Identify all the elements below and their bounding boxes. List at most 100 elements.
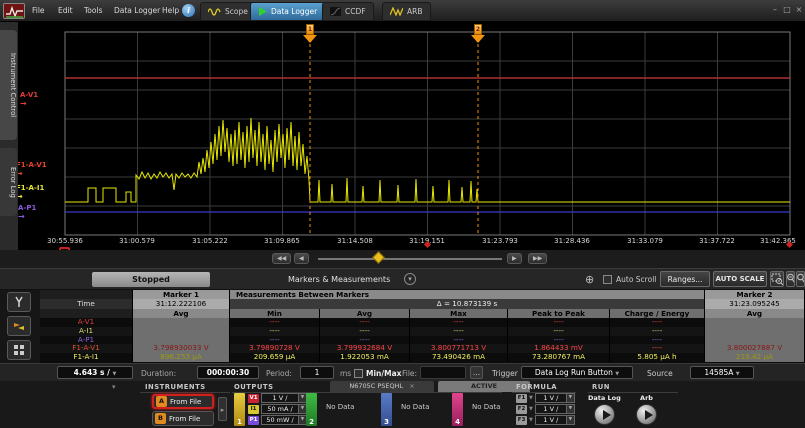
chevron-down-icon[interactable]: ▼ <box>529 406 533 412</box>
timescale-dropdown[interactable]: 4.643 s / ▼ <box>57 366 133 379</box>
channel2-no-data: No Data <box>326 403 354 411</box>
duration-label: Duration: <box>141 369 176 378</box>
channel1-bar[interactable]: 1 <box>234 393 245 426</box>
trace-label-f1-a-i1[interactable]: F1-A-I1→ <box>16 185 44 200</box>
scope-wave-icon <box>208 7 221 16</box>
menu-edit[interactable]: Edit <box>58 6 73 15</box>
chevron-right-icon[interactable]: ▸ <box>218 397 227 421</box>
arb-play-button[interactable] <box>636 404 657 425</box>
trace-label-a-p1[interactable]: A-P1→ <box>18 205 36 220</box>
minmax-checkbox[interactable] <box>354 369 363 378</box>
log-settings-bar: 4.643 s / ▼ Duration: 000:00:30 Period: … <box>0 363 805 381</box>
channel1-voltage-row: V1 1 V /▼ <box>248 393 307 403</box>
x-tick: 31:09.865 <box>255 237 309 245</box>
tab-ccdf[interactable]: CCDF <box>322 2 374 21</box>
scroll-track[interactable] <box>318 258 502 260</box>
tab-data-logger[interactable]: Data Logger <box>250 2 325 21</box>
run-header: RUN <box>592 383 610 391</box>
col-header-charge: Charge / Energy <box>610 309 705 318</box>
channel2-bar[interactable]: 2 <box>306 393 317 426</box>
scroll-last-button[interactable]: ▶▶ <box>528 253 547 264</box>
sidebar-tab-instrument-control[interactable]: Instrument Control <box>0 30 17 140</box>
menu-data-logger[interactable]: Data Logger <box>114 6 160 15</box>
log-tab[interactable]: N6705C PSEQHL × <box>330 381 434 392</box>
menu-tools[interactable]: Tools <box>84 6 102 15</box>
menu-file[interactable]: File <box>32 6 45 15</box>
minimize-icon[interactable]: – <box>770 5 780 15</box>
table-row: A-V1 -------- -------- ---- <box>40 318 805 327</box>
zoom-in-icon[interactable] <box>786 271 795 287</box>
f2-scale-dropdown[interactable]: 1 V /▼ <box>535 404 575 414</box>
x-tick: 31:37.722 <box>690 237 744 245</box>
f3-scale-dropdown[interactable]: 1 V /▼ <box>535 415 575 425</box>
tab-scope[interactable]: Scope <box>200 2 256 21</box>
trigger-label: Trigger <box>492 369 518 378</box>
chevron-down-icon[interactable]: ▾ <box>112 383 116 391</box>
tools-icon[interactable] <box>7 292 31 312</box>
p1-badge: P1 <box>248 416 259 425</box>
scroll-handle[interactable] <box>372 251 385 264</box>
p1-scale-dropdown[interactable]: 50 mW /▼ <box>261 415 307 425</box>
chevron-down-icon[interactable]: ▼ <box>529 395 533 401</box>
source-dropdown[interactable]: 14585A ▼ <box>690 366 754 379</box>
auto-scroll-checkbox[interactable] <box>603 275 612 284</box>
markers-icon[interactable] <box>7 316 31 336</box>
x-tick: 30:55.936 <box>38 237 92 245</box>
play-icon <box>645 410 653 420</box>
chevron-down-icon[interactable]: ▼ <box>529 417 533 423</box>
chart-panel: 1 2 A-V1→ F1-A-V1→ F1-A-I1→ A-P1→ <box>0 22 805 250</box>
close-icon[interactable]: × <box>794 5 804 15</box>
view-selector-label[interactable]: Markers & Measurements <box>288 275 390 284</box>
channel3-bar[interactable]: 3 <box>381 393 392 426</box>
layout-grid-icon[interactable] <box>7 340 31 360</box>
scroll-next-button[interactable]: ▶ <box>507 253 522 264</box>
zoom-out-icon[interactable] <box>796 271 805 287</box>
marker1-label: 1 <box>306 24 314 35</box>
trigger-dropdown[interactable]: Data Log Run Button ▼ <box>521 366 633 379</box>
channel4-bar[interactable]: 4 <box>452 393 463 426</box>
file-input[interactable] <box>420 366 466 379</box>
measurements-table: Marker 1 Measurements Between Markers Ma… <box>40 290 805 363</box>
f1-scale-dropdown[interactable]: 1 V /▼ <box>535 393 575 403</box>
chart-scrollbar: ◀◀ ◀ ▶ ▶▶ <box>0 250 805 268</box>
x-tick: 31:42.365 <box>751 237 805 245</box>
marker1-arrow-icon[interactable]: 1 <box>303 24 317 43</box>
zoom-region-icon[interactable] <box>770 271 784 287</box>
menu-help[interactable]: Help <box>162 6 179 15</box>
data-log-label: Data Log <box>588 394 621 402</box>
table-row: F1-A-I1896.253 µA 209.659 µA1.922053 mA … <box>40 353 805 362</box>
delta-value: Δ = 10.873139 s <box>230 299 705 309</box>
browse-button[interactable]: ... <box>470 366 483 379</box>
arb-run: Arb <box>636 394 657 425</box>
tab-scope-label: Scope <box>225 7 248 16</box>
datalogger-play-icon <box>258 7 267 16</box>
scroll-first-button[interactable]: ◀◀ <box>272 253 291 264</box>
instrument-b-button[interactable]: B From File <box>152 411 214 426</box>
tab-close-icon[interactable]: × <box>409 382 414 390</box>
marker2-time: 31:23.095245 <box>705 299 805 309</box>
waveform-plot[interactable] <box>0 22 805 250</box>
info-icon[interactable]: i <box>182 4 195 17</box>
i1-scale-dropdown[interactable]: 50 mA /▼ <box>261 404 307 414</box>
tab-arb[interactable]: ARB <box>382 2 431 21</box>
data-log-play-button[interactable] <box>594 404 615 425</box>
table-row: A-I1 -------- -------- ---- <box>40 327 805 336</box>
restore-icon[interactable]: □ <box>782 5 792 15</box>
auto-scale-button[interactable]: AUTO SCALE <box>713 271 767 287</box>
v1-scale-dropdown[interactable]: 1 V /▼ <box>261 393 307 403</box>
instrument-a-button[interactable]: A From File <box>152 394 214 409</box>
channel1-power-row: P1 50 mW /▼ <box>248 415 307 425</box>
ranges-button[interactable]: Ranges... <box>660 271 710 287</box>
marker2-header: Marker 2 <box>705 290 805 299</box>
scroll-prev-button[interactable]: ◀ <box>294 253 309 264</box>
view-chevron-icon[interactable]: ▾ <box>404 273 416 285</box>
pan-icon[interactable]: ⊕ <box>585 273 594 286</box>
sidebar-tab-error-log[interactable]: Error Log <box>0 148 17 216</box>
x-tick: 31:14.508 <box>328 237 382 245</box>
duration-value[interactable]: 000:00:30 <box>197 366 259 379</box>
trace-label-f1-a-v1[interactable]: F1-A-V1→ <box>16 162 47 177</box>
formula-f3-row: F3 ▼ 1 V /▼ <box>516 415 575 425</box>
trace-label-a-v1[interactable]: A-V1→ <box>20 92 38 107</box>
marker2-arrow-icon[interactable]: 2 <box>471 24 485 43</box>
period-input[interactable]: 1 <box>300 366 334 379</box>
